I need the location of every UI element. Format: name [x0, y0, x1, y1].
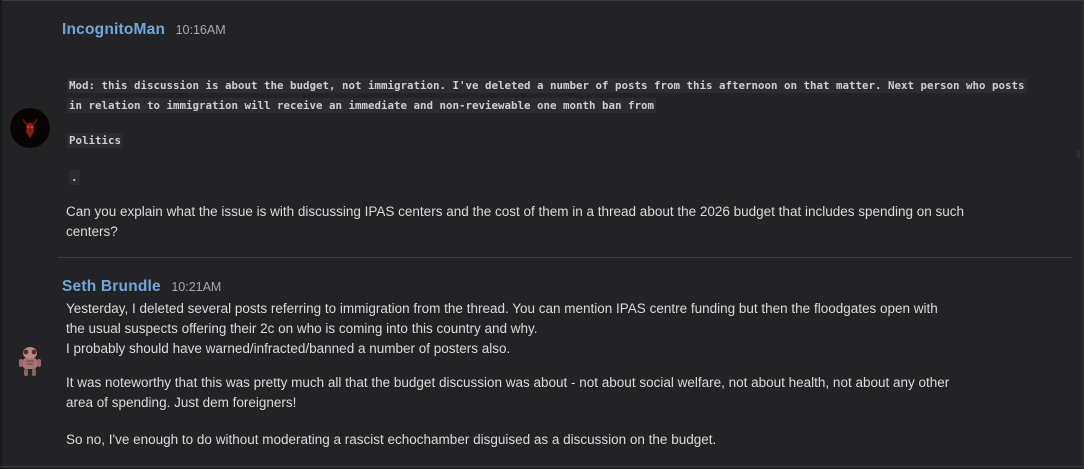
post-divider	[58, 257, 1072, 258]
post-header: Seth Brundle 10:21AM	[62, 278, 221, 296]
post-paragraph-2: It was noteworthy that this was pretty m…	[66, 373, 1066, 413]
mod-note: Mod: this discussion is about the budget…	[67, 76, 1027, 115]
post-body-line-2: centers?	[66, 224, 118, 239]
mod-note-forum-label: Politics	[67, 133, 124, 148]
mod-note-end-text: .	[69, 170, 80, 185]
mod-note-end: .	[69, 168, 80, 188]
post-timestamp: 10:21AM	[171, 280, 222, 294]
paragraph-line: the usual suspects offering their 2c on …	[66, 321, 538, 336]
post-seth-brundle: Seth Brundle 10:21AM Yesterday, I delete…	[0, 259, 1084, 466]
author-name[interactable]: Seth Brundle	[62, 278, 161, 295]
post-header: IncognitoMan 10:16AM	[62, 21, 226, 39]
paragraph-line: I probably should have warned/infracted/…	[66, 341, 511, 356]
post-body-line-1: Can you explain what the issue is with d…	[66, 204, 965, 219]
mod-note-line-2: in relation to immigration will receive …	[67, 97, 657, 113]
author-name[interactable]: IncognitoMan	[62, 21, 165, 38]
post-paragraph-3: So no, I've enough to do without moderat…	[66, 430, 1066, 450]
post-paragraph-1: Yesterday, I deleted several posts refer…	[66, 299, 1066, 359]
bottom-border	[0, 466, 1084, 467]
post-incognitoman: IncognitoMan 10:16AM Mod: this discussio…	[0, 0, 1084, 258]
paragraph-line: area of spending. Just dem foreigners!	[66, 395, 297, 410]
post-timestamp: 10:16AM	[175, 23, 226, 37]
fly-creature-avatar-icon[interactable]	[10, 339, 50, 379]
red-demon-avatar-icon[interactable]	[10, 108, 50, 148]
mod-note-forum: Politics	[67, 131, 124, 151]
paragraph-line: It was noteworthy that this was pretty m…	[66, 375, 950, 390]
paragraph-line: Yesterday, I deleted several posts refer…	[66, 301, 938, 316]
paragraph-line: So no, I've enough to do without moderat…	[66, 432, 717, 447]
mod-note-line-1: Mod: this discussion is about the budget…	[67, 78, 1027, 93]
post-body: Can you explain what the issue is with d…	[66, 202, 1066, 242]
